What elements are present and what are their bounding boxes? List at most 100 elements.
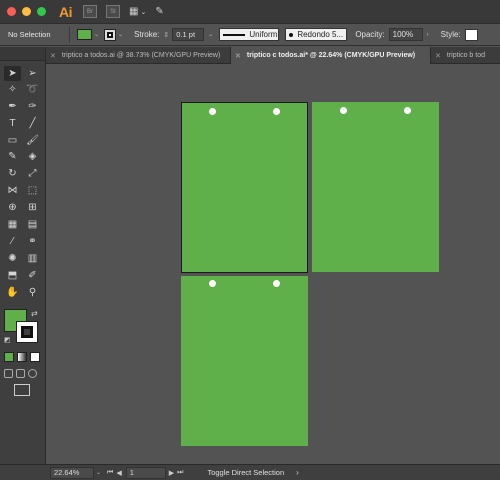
document-tab[interactable]: ✕ triptico b tod bbox=[431, 47, 500, 64]
eyedropper-tool-icon[interactable]: ⁄ bbox=[4, 234, 21, 249]
chevron-down-icon[interactable]: ⌄ bbox=[208, 31, 213, 38]
rectangle-tool-icon[interactable]: ▭ bbox=[4, 133, 21, 148]
artboard-tool-icon[interactable]: ⬒ bbox=[4, 268, 21, 283]
chevron-down-icon[interactable]: ⌄ bbox=[96, 469, 101, 476]
hand-tool-icon[interactable]: ✋ bbox=[4, 285, 21, 300]
stroke-swatch[interactable] bbox=[104, 28, 117, 41]
stock-button[interactable]: St bbox=[106, 5, 120, 18]
tab-label: triptico c todos.ai* @ 22.64% (CMYK/GPU … bbox=[246, 52, 416, 59]
draw-inside-icon[interactable] bbox=[28, 369, 37, 378]
swap-fill-stroke-icon[interactable]: ⇄ bbox=[31, 309, 38, 318]
shaper-tool-icon[interactable]: ✎ bbox=[4, 149, 21, 164]
stroke-indicator bbox=[107, 31, 114, 38]
chevron-right-icon[interactable]: › bbox=[296, 468, 299, 477]
slice-tool-icon[interactable]: ✐ bbox=[24, 268, 41, 283]
lasso-tool-icon[interactable]: ➰ bbox=[24, 82, 41, 97]
zoom-tool-icon[interactable]: ⚲ bbox=[24, 285, 41, 300]
first-artboard-icon[interactable]: ⏮ bbox=[107, 469, 113, 477]
stroke-line-icon bbox=[223, 33, 246, 36]
direct-selection-tool-icon[interactable]: ➢ bbox=[24, 66, 41, 81]
shape-builder-tool-icon[interactable]: ⊕ bbox=[4, 200, 21, 215]
next-artboard-icon[interactable]: ▶ bbox=[169, 469, 174, 477]
title-bar: Ai Br St ▦ ⌄ ✎ bbox=[0, 0, 500, 23]
paintbrush-tool-icon[interactable]: 🖌 bbox=[24, 133, 41, 148]
close-tab-icon[interactable]: ✕ bbox=[435, 52, 441, 60]
stroke-inner bbox=[21, 326, 33, 338]
punch-hole bbox=[209, 280, 216, 287]
last-artboard-icon[interactable]: ⏭ bbox=[177, 469, 183, 477]
grid-arrange-icon[interactable]: ▦ bbox=[129, 6, 138, 17]
canvas[interactable] bbox=[46, 65, 500, 464]
opacity-label[interactable]: Opacity: bbox=[355, 30, 384, 39]
brush-definition-select[interactable]: Redondo 5... bbox=[285, 28, 348, 41]
profile-label: Uniform bbox=[249, 30, 278, 39]
feather-icon[interactable]: ✎ bbox=[155, 6, 163, 17]
symbol-sprayer-tool-icon[interactable]: ✺ bbox=[4, 251, 21, 266]
draw-modes bbox=[4, 369, 37, 378]
gradient-tool-icon[interactable]: ▤ bbox=[24, 217, 41, 232]
eraser-tool-icon[interactable]: ◈ bbox=[24, 149, 41, 164]
punch-hole bbox=[209, 108, 216, 115]
chevron-down-icon[interactable]: ⌄ bbox=[140, 8, 146, 16]
selection-tool-icon[interactable]: ➤ bbox=[4, 66, 21, 81]
stroke-weight-input[interactable]: 0.1 pt bbox=[172, 28, 205, 41]
curvature-tool-icon[interactable]: ✑ bbox=[24, 99, 41, 114]
tab-label: triptico a todos.ai @ 38.73% (CMYK/GPU P… bbox=[61, 52, 221, 59]
width-tool-icon[interactable]: ⋈ bbox=[4, 183, 21, 198]
artboard-number-input[interactable]: 1 bbox=[125, 466, 166, 479]
brush-label: Redondo 5... bbox=[297, 30, 344, 39]
artboard[interactable] bbox=[312, 102, 439, 272]
tab-label: triptico b tod bbox=[446, 52, 486, 59]
punch-hole bbox=[273, 280, 280, 287]
color-mode-icon[interactable] bbox=[4, 352, 14, 362]
rotate-tool-icon[interactable]: ↻ bbox=[4, 166, 21, 181]
opacity-input[interactable]: 100% bbox=[388, 28, 423, 41]
fill-swatch[interactable] bbox=[77, 29, 92, 40]
none-mode-icon[interactable] bbox=[30, 352, 40, 362]
zoom-window-button[interactable] bbox=[37, 7, 46, 16]
scale-tool-icon[interactable]: ⤢ bbox=[24, 166, 41, 181]
tools-panel: ➤ ➢ ✧ ➰ ✒ ✑ T ╱ ▭ 🖌 ✎ ◈ ↻ ⤢ ⋈ ⬚ ⊕ ⊞ ▦ ▤ … bbox=[0, 47, 46, 464]
column-graph-tool-icon[interactable]: ▥ bbox=[24, 251, 41, 266]
chevron-down-icon[interactable]: ⌄ bbox=[118, 31, 123, 38]
minimize-window-button[interactable] bbox=[22, 7, 31, 16]
stepper-icon[interactable]: ⇕ bbox=[163, 31, 169, 39]
draw-normal-icon[interactable] bbox=[4, 369, 13, 378]
chevron-right-icon[interactable]: › bbox=[427, 32, 429, 38]
draw-behind-icon[interactable] bbox=[16, 369, 25, 378]
magic-wand-tool-icon[interactable]: ✧ bbox=[4, 82, 21, 97]
chevron-down-icon[interactable]: ⌄ bbox=[94, 31, 99, 38]
status-text: Toggle Direct Selection bbox=[207, 468, 285, 477]
stroke-color-box[interactable] bbox=[16, 321, 38, 343]
artboard[interactable] bbox=[181, 102, 308, 273]
tools-panel-grip[interactable] bbox=[0, 47, 45, 61]
document-tab-bar: ✕ triptico a todos.ai @ 38.73% (CMYK/GPU… bbox=[46, 47, 500, 64]
default-fill-stroke-icon[interactable]: ◩ bbox=[4, 336, 11, 344]
zoom-level-input[interactable]: 22.64% bbox=[50, 466, 94, 479]
selection-status: No Selection bbox=[8, 30, 51, 39]
bridge-button[interactable]: Br bbox=[83, 5, 97, 18]
pen-tool-icon[interactable]: ✒ bbox=[4, 99, 21, 114]
screen-mode-icon[interactable] bbox=[14, 384, 30, 396]
perspective-grid-tool-icon[interactable]: ⊞ bbox=[24, 200, 41, 215]
status-bar: 22.64% ⌄ ⏮ ◀ 1 ▶ ⏭ Toggle Direct Selecti… bbox=[0, 464, 500, 480]
document-tab-active[interactable]: ✕ triptico c todos.ai* @ 22.64% (CMYK/GP… bbox=[231, 47, 431, 64]
control-bar: No Selection ⌄ ⌄ Stroke: ⇕ 0.1 pt ⌄ Unif… bbox=[0, 23, 500, 46]
free-transform-tool-icon[interactable]: ⬚ bbox=[24, 183, 41, 198]
type-tool-icon[interactable]: T bbox=[4, 116, 21, 131]
gradient-mode-icon[interactable] bbox=[17, 352, 27, 362]
line-tool-icon[interactable]: ╱ bbox=[24, 116, 41, 131]
blend-tool-icon[interactable]: ⚭ bbox=[24, 234, 41, 249]
mesh-tool-icon[interactable]: ▦ bbox=[4, 217, 21, 232]
close-window-button[interactable] bbox=[7, 7, 16, 16]
previous-artboard-icon[interactable]: ◀ bbox=[116, 469, 121, 477]
graphic-style-swatch[interactable] bbox=[464, 28, 478, 41]
document-tab[interactable]: ✕ triptico a todos.ai @ 38.73% (CMYK/GPU… bbox=[46, 47, 231, 64]
brush-dot-icon bbox=[289, 32, 294, 37]
close-tab-icon[interactable]: ✕ bbox=[235, 52, 241, 60]
punch-hole bbox=[404, 107, 411, 114]
artboard[interactable] bbox=[181, 276, 308, 446]
variable-width-profile-select[interactable]: Uniform bbox=[219, 28, 280, 41]
close-tab-icon[interactable]: ✕ bbox=[50, 52, 56, 60]
stroke-label[interactable]: Stroke: bbox=[134, 30, 159, 39]
